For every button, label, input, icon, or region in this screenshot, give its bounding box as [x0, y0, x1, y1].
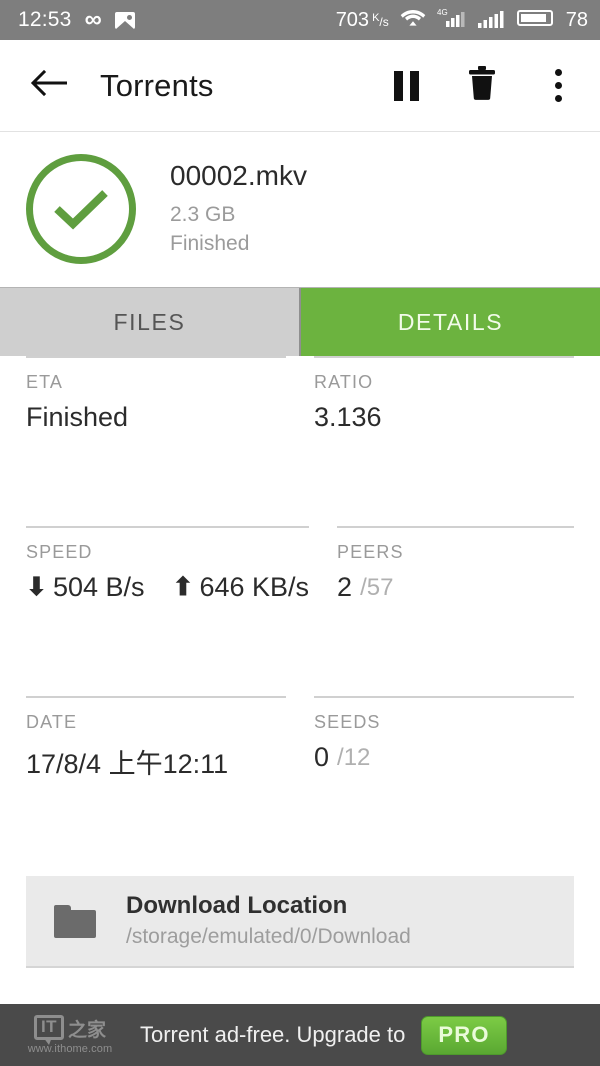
detail-eta-label: ETA	[26, 372, 63, 392]
arrow-down-icon: ⬇	[26, 573, 47, 601]
page-title: Torrents	[100, 67, 214, 103]
overflow-menu-button[interactable]	[538, 64, 578, 108]
seeds-total: /12	[337, 743, 371, 771]
details-panel: ETA Finished RATIO 3.136 SPEED ⬇ 504 B/s…	[0, 356, 600, 866]
ad-message: Torrent ad-free. Upgrade to	[140, 1022, 406, 1047]
delete-button[interactable]	[462, 64, 502, 108]
detail-speed-label: SPEED	[26, 542, 93, 562]
trash-icon	[467, 66, 497, 105]
more-vertical-icon	[554, 69, 562, 102]
detail-date-label: DATE	[26, 712, 78, 732]
detail-ratio-label: RATIO	[314, 372, 374, 392]
detail-eta: ETA Finished	[26, 356, 286, 526]
download-location-path: /storage/emulated/0/Download	[126, 925, 411, 949]
back-button[interactable]	[26, 63, 72, 109]
watermark-logo-row: IT 之家	[33, 1014, 107, 1045]
detail-ratio-value: 3.136	[314, 402, 382, 432]
network-speed-unit: K/s	[372, 11, 389, 29]
detail-speed-value: ⬇ 504 B/s ⬆ 646 KB/s	[26, 572, 309, 603]
back-arrow-icon	[29, 68, 69, 103]
network-speed-value: 703	[335, 8, 370, 31]
torrent-state: Finished	[170, 232, 250, 255]
arrow-up-icon: ⬆	[172, 573, 194, 601]
details-row-2: SPEED ⬇ 504 B/s ⬆ 646 KB/s PEERS 2 /57	[26, 526, 574, 696]
pro-upgrade-button[interactable]: PRO	[421, 1015, 507, 1055]
signal-bars-icon	[477, 8, 506, 33]
details-row-3: DATE 17/8/4 上午12:11 SEEDS 0 /12	[26, 696, 574, 866]
battery-percent-label: 78	[565, 8, 588, 31]
network-speed-indicator: 703 K/s	[336, 9, 389, 32]
app-toolbar: Torrents	[0, 40, 600, 132]
upload-speed: ⬆ 646 KB/s	[173, 572, 310, 603]
photo-icon	[114, 11, 135, 29]
folder-icon	[54, 904, 96, 938]
status-bar-clock: 12:53	[18, 8, 72, 31]
ithome-url-label: www.ithome.com	[27, 1043, 113, 1056]
battery-icon	[516, 8, 555, 33]
detail-seeds-label: SEEDS	[314, 712, 381, 732]
detail-ratio: RATIO 3.136	[314, 356, 574, 526]
details-row-1: ETA Finished RATIO 3.136	[26, 356, 574, 526]
status-bar-right: 703 K/s 4G 78	[336, 7, 588, 34]
ithome-watermark: IT 之家 www.ithome.com	[14, 1014, 126, 1056]
detail-eta-value: Finished	[26, 402, 129, 432]
download-speed-value: 504 B/s	[52, 572, 145, 602]
detail-seeds: SEEDS 0 /12	[314, 696, 574, 866]
detail-date: DATE 17/8/4 上午12:11	[26, 696, 286, 866]
svg-text:4G: 4G	[437, 8, 448, 17]
detail-peers-value: 2 /57	[337, 572, 574, 603]
pause-button[interactable]	[386, 64, 426, 108]
detail-seeds-value: 0 /12	[314, 742, 574, 773]
download-location-title: Download Location	[126, 892, 348, 920]
peers-connected: 2	[337, 572, 353, 602]
download-location-card[interactable]: Download Location /storage/emulated/0/Do…	[26, 876, 574, 968]
status-bar-left: 12:53 ∞	[18, 8, 135, 32]
tab-bar: FILES DETAILS	[0, 287, 600, 356]
pause-icon	[393, 70, 419, 101]
toolbar-actions	[386, 64, 578, 108]
torrent-name: 00002.mkv	[170, 160, 307, 192]
upload-speed-value: 646 KB/s	[199, 572, 310, 602]
detail-speed: SPEED ⬇ 504 B/s ⬆ 646 KB/s	[26, 526, 310, 696]
download-speed: ⬇ 504 B/s	[26, 572, 145, 603]
ithome-cn-label: 之家	[68, 1019, 107, 1042]
torrent-summary: 00002.mkv 2.3 GB Finished	[0, 132, 600, 287]
detail-peers-label: PEERS	[337, 542, 404, 562]
status-bar: 12:53 ∞ 703 K/s 4G 78	[0, 0, 600, 40]
ad-banner[interactable]: IT 之家 www.ithome.com Torrent ad-free. Up…	[0, 1004, 600, 1066]
infinity-icon: ∞	[84, 6, 102, 33]
seeds-connected: 0	[314, 742, 330, 772]
wifi-icon	[400, 8, 426, 33]
tab-files[interactable]: FILES	[0, 288, 301, 356]
detail-peers: PEERS 2 /57	[337, 526, 574, 696]
ithome-bubble-icon: IT	[33, 1014, 65, 1045]
check-circle-icon	[26, 153, 136, 264]
detail-date-value: 17/8/4 上午12:11	[26, 749, 229, 779]
torrent-meta: 00002.mkv 2.3 GB Finished	[170, 158, 307, 259]
download-location-text: Download Location /storage/emulated/0/Do…	[126, 890, 411, 952]
tab-details[interactable]: DETAILS	[301, 288, 600, 356]
peers-total: /57	[360, 573, 394, 601]
torrent-size: 2.3 GB	[170, 203, 236, 227]
signal-4g-icon: 4G	[437, 7, 467, 34]
